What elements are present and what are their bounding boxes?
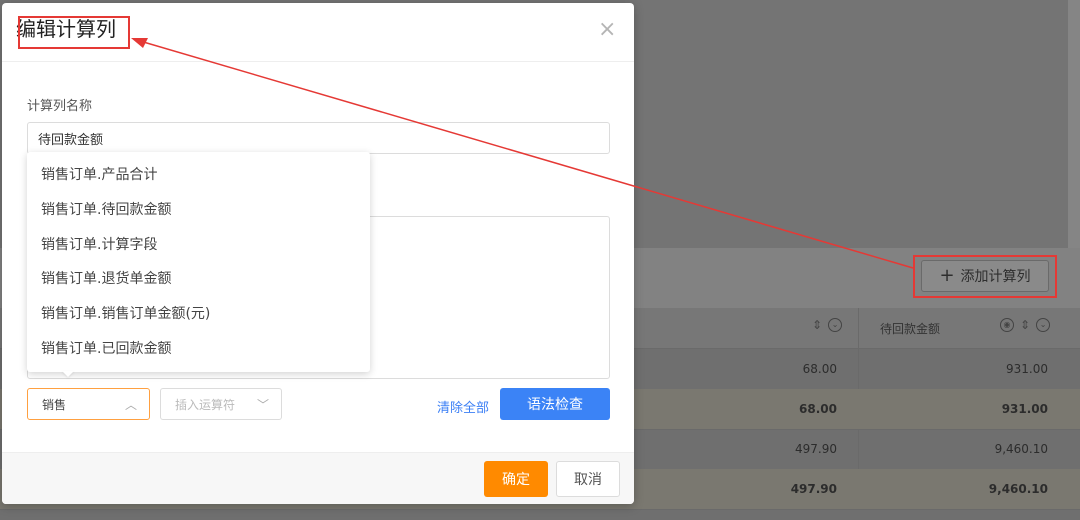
chevron-down-icon: ﹀ xyxy=(256,397,269,412)
dropdown-item[interactable]: 销售订单.产品合计 xyxy=(27,158,370,193)
dropdown-item[interactable]: 销售订单.已回款金额 xyxy=(27,332,370,367)
sort-icon[interactable]: ⇕ xyxy=(812,318,822,332)
column-header-icons[interactable]: ◉ ⇕ ⌄ xyxy=(1000,318,1051,332)
field-source-value: 销售 xyxy=(42,397,67,412)
ok-button[interactable]: 确定 xyxy=(484,461,548,497)
field-source-select[interactable]: 销售 ︿ xyxy=(27,388,150,420)
table-cell: 9,460.10 xyxy=(988,482,1048,496)
cancel-button[interactable]: 取消 xyxy=(556,461,620,497)
header-divider xyxy=(2,61,634,62)
dropdown-item[interactable]: 销售订单.待回款金额 xyxy=(27,193,370,228)
close-icon[interactable]: × xyxy=(598,17,616,42)
clear-all-link[interactable]: 清除全部 xyxy=(437,397,489,416)
dropdown-pointer xyxy=(62,371,74,377)
chevron-up-icon: ︿ xyxy=(124,397,137,412)
table-cell: 497.90 xyxy=(795,442,837,456)
annotation-title-highlight xyxy=(18,16,130,49)
dropdown-item[interactable]: 销售订单.销售订单金额(元) xyxy=(27,297,370,332)
dropdown-item[interactable]: 销售订单.退货单金额 xyxy=(27,262,370,297)
sort-icon[interactable]: ⇕ xyxy=(1020,318,1030,332)
table-cell: 9,460.10 xyxy=(994,442,1048,456)
syntax-check-button[interactable]: 语法检查 xyxy=(500,388,610,420)
field-dropdown-list: 销售订单.产品合计 销售订单.待回款金额 销售订单.计算字段 销售订单.退货单金… xyxy=(27,152,370,372)
column-header-pending-payment: 待回款金额 xyxy=(880,322,941,336)
background-scroll-edge xyxy=(1068,0,1080,248)
column-name-label: 计算列名称 xyxy=(27,99,93,114)
chevron-down-icon[interactable]: ⌄ xyxy=(828,318,843,332)
table-cell: 68.00 xyxy=(802,362,837,376)
table-cell: 931.00 xyxy=(1001,402,1048,416)
column-name-input[interactable] xyxy=(27,122,610,154)
operator-select[interactable]: 插入运算符 ﹀ xyxy=(160,388,282,420)
operator-placeholder: 插入运算符 xyxy=(175,397,236,412)
table-cell: 497.90 xyxy=(790,482,837,496)
table-cell: 68.00 xyxy=(799,402,837,416)
table-cell: 931.00 xyxy=(1006,362,1048,376)
sort-filter-icons[interactable]: ⇕ ⌄ xyxy=(812,318,843,332)
chevron-down-icon[interactable]: ⌄ xyxy=(1036,318,1051,332)
settings-icon[interactable]: ◉ xyxy=(1000,318,1014,332)
annotation-add-button-highlight xyxy=(913,255,1057,298)
dropdown-item[interactable]: 销售订单.计算字段 xyxy=(27,228,370,263)
